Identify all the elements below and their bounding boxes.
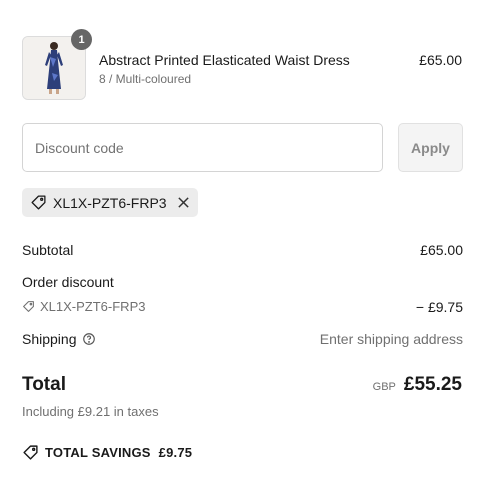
tag-icon bbox=[30, 194, 47, 211]
total-label: Total bbox=[22, 374, 66, 395]
currency-code: GBP bbox=[372, 381, 396, 393]
savings-label: TOTAL SAVINGS bbox=[45, 445, 151, 460]
savings-amount: £9.75 bbox=[158, 445, 193, 460]
quantity-badge: 1 bbox=[71, 29, 92, 50]
total-amount-group: GBP £55.25 bbox=[373, 374, 462, 396]
apply-discount-button[interactable]: Apply bbox=[398, 123, 463, 172]
order-discount-label: Order discount bbox=[22, 274, 114, 290]
applied-discount-chip: XL1X-PZT6-FRP3 bbox=[22, 188, 198, 217]
help-circle-icon[interactable] bbox=[82, 332, 96, 346]
product-price: £65.00 bbox=[419, 52, 462, 68]
shipping-label-group: Shipping bbox=[22, 331, 96, 347]
taxes-note: Including £9.21 in taxes bbox=[22, 404, 159, 419]
tag-icon bbox=[23, 445, 38, 460]
discount-value: − £9.75 bbox=[415, 299, 463, 315]
applied-code-label: XL1X-PZT6-FRP3 bbox=[53, 194, 167, 211]
product-variant: 8 / Multi-coloured bbox=[99, 72, 192, 86]
remove-discount-button[interactable] bbox=[177, 196, 190, 209]
discount-code-info: XL1X-PZT6-FRP3 bbox=[22, 299, 145, 314]
product-title: Abstract Printed Elasticated Waist Dress bbox=[99, 52, 350, 68]
total-amount: £55.25 bbox=[403, 374, 462, 395]
discount-form: Apply bbox=[22, 123, 463, 174]
discount-code-input[interactable] bbox=[22, 123, 383, 172]
close-icon bbox=[177, 197, 189, 208]
shipping-label: Shipping bbox=[22, 331, 77, 347]
shipping-value: Enter shipping address bbox=[319, 331, 463, 347]
tag-icon bbox=[23, 301, 34, 312]
total-savings: TOTAL SAVINGS £9.75 bbox=[22, 444, 192, 461]
cart-line-item: 1 Abstract Printed Elasticated Waist Dre… bbox=[22, 29, 462, 100]
subtotal-label: Subtotal bbox=[22, 242, 74, 258]
subtotal-value: £65.00 bbox=[420, 242, 463, 258]
discount-code-text: XL1X-PZT6-FRP3 bbox=[40, 299, 146, 314]
